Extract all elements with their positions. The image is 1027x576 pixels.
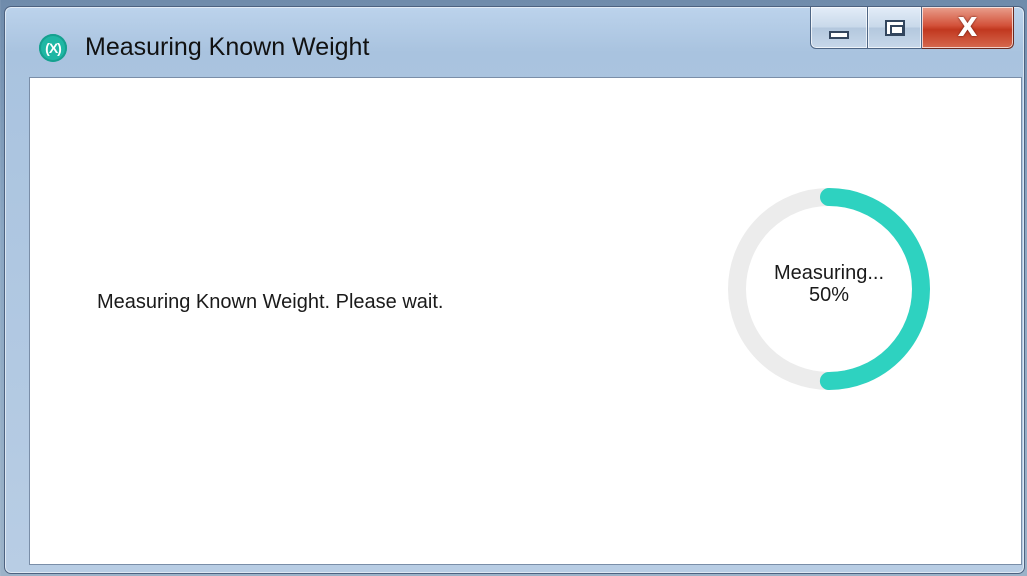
- window-title: Measuring Known Weight: [85, 33, 370, 61]
- minimize-icon: [829, 30, 849, 39]
- maximize-button[interactable]: [868, 7, 922, 49]
- title-bar[interactable]: (X) Measuring Known Weight X: [5, 7, 1024, 77]
- close-icon: X: [957, 12, 978, 43]
- close-button[interactable]: X: [922, 7, 1014, 49]
- status-message: Measuring Known Weight. Please wait.: [97, 291, 444, 313]
- minimize-button[interactable]: [810, 7, 868, 49]
- progress-text: Measuring... 50%: [724, 262, 934, 306]
- caption-buttons: X: [810, 7, 1014, 49]
- app-logo-icon: (X): [39, 34, 67, 62]
- maximize-icon: [884, 19, 905, 36]
- circular-progress: Measuring... 50%: [724, 184, 934, 394]
- dialog-content: Measuring Known Weight. Please wait. Mea…: [29, 77, 1022, 565]
- progress-percent: 50%: [808, 284, 850, 306]
- progress-label: Measuring...: [773, 262, 885, 284]
- dialog-window: (X) Measuring Known Weight X Measuring K…: [4, 6, 1025, 574]
